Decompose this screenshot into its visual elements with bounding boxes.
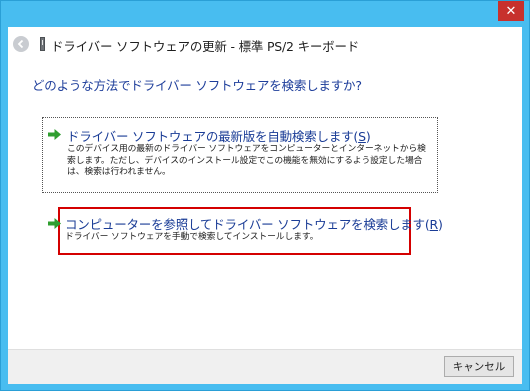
wizard-title: ドライバー ソフトウェアの更新 - 標準 PS/2 キーボード <box>51 39 360 54</box>
title-bar: ✕ <box>1 1 529 27</box>
option-auto-search-title[interactable]: ドライバー ソフトウェアの最新版を自動検索します(S) <box>67 126 371 145</box>
wizard-header: ドライバー ソフトウェアの更新 - 標準 PS/2 キーボード <box>8 27 522 61</box>
dialog-content: ドライバー ソフトウェアの更新 - 標準 PS/2 キーボード どのような方法で… <box>8 27 522 384</box>
keyboard-device-icon <box>40 37 45 51</box>
green-arrow-icon <box>48 129 61 140</box>
option-auto-search-description: このデバイス用の最新のドライバー ソフトウェアをコンピューターとインターネットか… <box>67 144 426 177</box>
green-arrow-icon <box>48 218 61 229</box>
dialog-window: ✕ ドライバー ソフトウェアの更新 - 標準 PS/2 キーボード どのような方… <box>0 0 530 391</box>
option-auto-search[interactable]: ドライバー ソフトウェアの最新版を自動検索します(S) このデバイス用の最新のド… <box>42 117 438 193</box>
option-auto-search-label-end: ) <box>365 129 371 144</box>
option-auto-search-accel: S <box>358 129 366 144</box>
option-browse-computer-label-end: ) <box>438 217 443 232</box>
close-icon: ✕ <box>505 3 517 19</box>
close-button[interactable]: ✕ <box>498 1 524 21</box>
option-browse-computer-description: ドライバー ソフトウェアを手動で検索してインストールします。 <box>65 232 319 242</box>
option-browse-computer-label: コンピューターを参照してドライバー ソフトウェアを検索します( <box>65 217 430 232</box>
dialog-footer: キャンセル <box>8 349 522 384</box>
cancel-button[interactable]: キャンセル <box>444 356 514 377</box>
back-arrow-icon <box>17 39 24 49</box>
question-heading: どのような方法でドライバー ソフトウェアを検索しますか? <box>32 78 362 93</box>
back-button[interactable] <box>13 36 29 52</box>
option-browse-computer-title[interactable]: コンピューターを参照してドライバー ソフトウェアを検索します(R) <box>65 214 443 233</box>
option-browse-computer-accel: R <box>429 217 439 232</box>
option-auto-search-label: ドライバー ソフトウェアの最新版を自動検索します( <box>67 129 359 144</box>
option-browse-computer[interactable]: コンピューターを参照してドライバー ソフトウェアを検索します(R) ドライバー … <box>48 207 443 255</box>
